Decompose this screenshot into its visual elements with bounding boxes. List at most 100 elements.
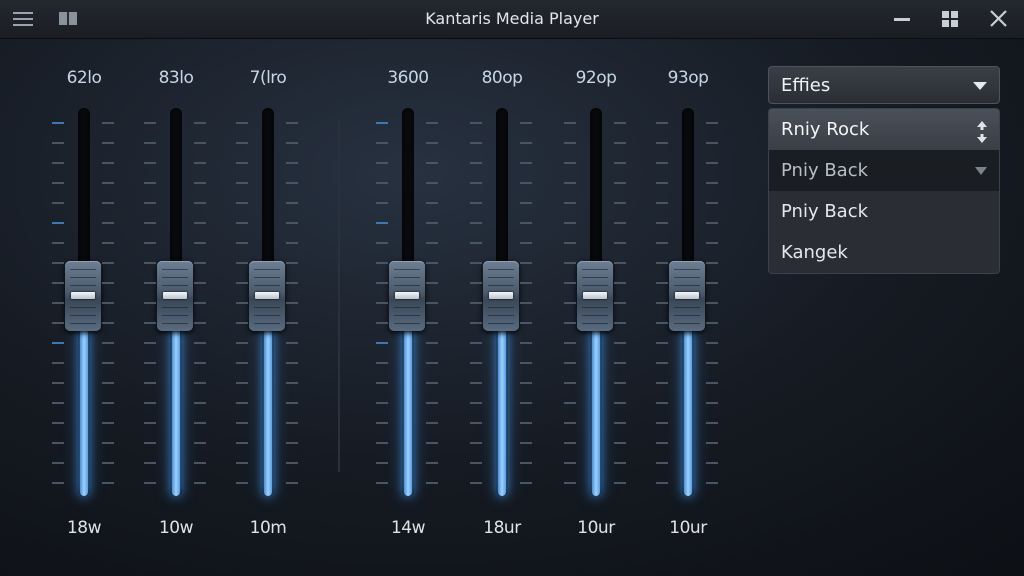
scale-tick: [470, 302, 482, 304]
knob-grip: [583, 292, 607, 299]
knob-grip: [163, 292, 187, 299]
preset-option-label: Pniy Back: [781, 201, 869, 222]
scale-tick: [426, 362, 438, 364]
scale-tick: [286, 422, 298, 424]
scale-tick: [614, 242, 626, 244]
scale-tick: [236, 442, 248, 444]
band-frequency-label: 14w: [390, 518, 426, 538]
scale-tick: [520, 322, 532, 324]
scale-tick: [564, 282, 576, 284]
preset-option[interactable]: Pniy Back: [769, 191, 999, 232]
scale-tick: [144, 322, 156, 324]
scale-tick: [656, 222, 668, 224]
scale-tick: [656, 242, 668, 244]
knob-ridge: [394, 285, 420, 286]
scale-tick: [52, 122, 64, 124]
scale-tick: [52, 302, 64, 304]
scale-tick: [564, 302, 576, 304]
scale-tick: [52, 142, 64, 144]
band-slider-knob[interactable]: [669, 261, 705, 331]
scale-tick: [656, 122, 668, 124]
scale-tick: [564, 402, 576, 404]
scale-tick: [564, 362, 576, 364]
scale-tick: [470, 262, 482, 264]
scale-tick: [376, 122, 388, 124]
scale-tick: [564, 202, 576, 204]
band-slider-knob[interactable]: [577, 261, 613, 331]
scale-tick: [706, 242, 718, 244]
scale-tick: [520, 262, 532, 264]
preset-option[interactable]: Kangek: [769, 232, 999, 273]
scale-tick: [194, 202, 206, 204]
band-slider-knob[interactable]: [389, 261, 425, 331]
eq-band: 62lo 18w: [34, 38, 134, 576]
scale-tick: [286, 182, 298, 184]
scale-tick: [520, 222, 532, 224]
scale-tick: [286, 362, 298, 364]
scale-tick: [376, 322, 388, 324]
scale-tick: [194, 282, 206, 284]
eq-band: 83lo 10w: [126, 38, 226, 576]
band-slider-knob[interactable]: [483, 261, 519, 331]
knob-ridge: [70, 277, 96, 278]
library-icon[interactable]: [58, 9, 80, 29]
layout-icon[interactable]: [940, 9, 962, 29]
scale-tick: [656, 262, 668, 264]
scale-tick: [656, 442, 668, 444]
scale-tick: [52, 282, 64, 284]
scale-tick: [236, 162, 248, 164]
knob-ridge: [70, 307, 96, 308]
scale-tick: [706, 442, 718, 444]
band-slider-knob[interactable]: [157, 261, 193, 331]
knob-ridge: [488, 323, 514, 324]
minimize-icon[interactable]: [892, 9, 914, 29]
scale-tick: [194, 242, 206, 244]
knob-grip: [71, 292, 95, 299]
scale-tick: [194, 362, 206, 364]
knob-ridge: [70, 315, 96, 316]
scale-tick: [286, 282, 298, 284]
knob-ridge: [162, 307, 188, 308]
preset-dropdown[interactable]: Effies: [768, 66, 1000, 104]
scale-tick: [564, 162, 576, 164]
knob-ridge: [254, 277, 280, 278]
knob-ridge: [162, 323, 188, 324]
menu-icon[interactable]: [12, 9, 34, 29]
scale-tick: [656, 382, 668, 384]
scale-tick: [520, 202, 532, 204]
scale-tick: [236, 302, 248, 304]
scale-tick: [52, 442, 64, 444]
scale-tick: [286, 262, 298, 264]
band-slider-knob[interactable]: [65, 261, 101, 331]
scale-tick: [102, 422, 114, 424]
scale-tick: [236, 342, 248, 344]
scale-tick: [102, 462, 114, 464]
scale-tick: [614, 182, 626, 184]
scale-tick: [706, 122, 718, 124]
close-icon[interactable]: [988, 9, 1010, 29]
scale-tick: [52, 402, 64, 404]
scale-tick: [706, 202, 718, 204]
scale-tick: [194, 402, 206, 404]
knob-ridge: [582, 269, 608, 270]
preset-option-label: Kangek: [781, 242, 848, 263]
scale-tick: [564, 142, 576, 144]
scale-tick: [236, 222, 248, 224]
knob-ridge: [674, 315, 700, 316]
scale-tick: [236, 122, 248, 124]
scale-tick: [144, 222, 156, 224]
scale-tick: [706, 322, 718, 324]
scale-tick: [144, 462, 156, 464]
scale-tick: [102, 402, 114, 404]
band-value-label: 92op: [575, 68, 617, 88]
band-slider-knob[interactable]: [249, 261, 285, 331]
scale-tick: [286, 142, 298, 144]
scale-tick: [236, 182, 248, 184]
scale-tick: [376, 282, 388, 284]
preset-option[interactable]: Pniy Back: [769, 150, 999, 191]
knob-ridge: [394, 277, 420, 278]
scale-tick: [564, 182, 576, 184]
title-bar: Kantaris Media Player: [0, 0, 1024, 39]
preset-option[interactable]: Rniy Rock: [769, 109, 999, 150]
knob-ridge: [674, 269, 700, 270]
